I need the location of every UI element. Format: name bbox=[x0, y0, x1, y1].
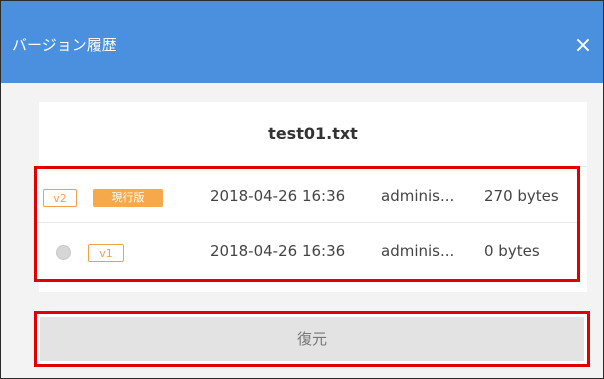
version-user: adminis... bbox=[381, 187, 455, 205]
current-version-badge: 現行版 bbox=[93, 189, 163, 207]
close-button[interactable]: × bbox=[571, 34, 595, 58]
restore-highlight: 復元 bbox=[34, 311, 590, 367]
restore-button[interactable]: 復元 bbox=[40, 317, 584, 361]
version-user: adminis... bbox=[381, 242, 455, 260]
version-row-v1[interactable]: v1 2018-04-26 16:36 adminis... 0 bytes bbox=[37, 224, 577, 278]
version-radio-v1[interactable] bbox=[56, 245, 71, 260]
file-name: test01.txt bbox=[39, 102, 587, 167]
version-size: 270 bytes bbox=[484, 187, 559, 205]
version-date: 2018-04-26 16:36 bbox=[210, 187, 346, 205]
version-row-v2[interactable]: v2 現行版 2018-04-26 16:36 adminis... 270 b… bbox=[37, 169, 577, 223]
version-date: 2018-04-26 16:36 bbox=[210, 242, 346, 260]
version-size: 0 bytes bbox=[484, 242, 540, 260]
version-history-dialog: バージョン履歴 × test01.txt v2 現行版 2018-04-26 1… bbox=[0, 0, 604, 379]
version-list: v2 現行版 2018-04-26 16:36 adminis... 270 b… bbox=[34, 166, 580, 282]
dialog-title: バージョン履歴 bbox=[12, 36, 117, 54]
version-panel: test01.txt v2 現行版 2018-04-26 16:36 admin… bbox=[34, 102, 587, 292]
version-tag-v2: v2 bbox=[43, 189, 77, 207]
dialog-header: バージョン履歴 × bbox=[1, 1, 603, 83]
close-icon: × bbox=[573, 33, 593, 58]
version-tag-v1: v1 bbox=[88, 244, 124, 262]
